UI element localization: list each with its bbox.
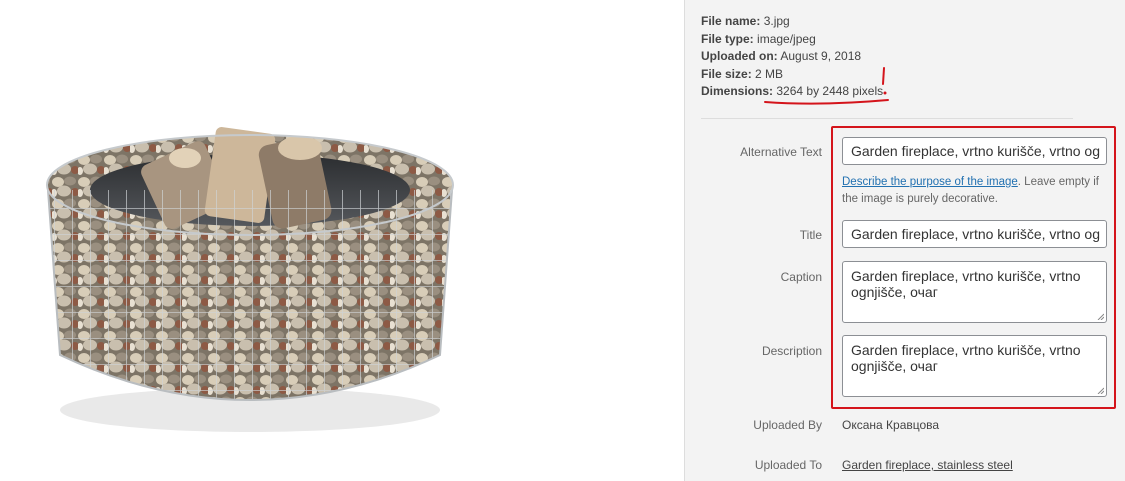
alt-text-input[interactable]: Garden fireplace, vrtno kurišče, vrtno o… xyxy=(842,137,1107,165)
gabion-fireplace-image xyxy=(46,127,454,432)
file-size-value: 2 MB xyxy=(755,66,784,81)
file-size-row: File size: 2 MB xyxy=(701,66,883,84)
file-type-value: image/jpeg xyxy=(757,31,816,46)
caption-label: Caption xyxy=(780,270,822,284)
file-details: File name: 3.jpg File type: image/jpeg U… xyxy=(701,13,883,101)
file-size-label: File size: xyxy=(701,66,752,81)
caption-text: Garden fireplace, vrtno kurišče, vrtno o… xyxy=(851,268,1081,300)
dimensions-value: 3264 by 2448 pixels xyxy=(776,84,884,98)
resize-grip-icon[interactable] xyxy=(1096,386,1104,394)
uploaded-by-label: Uploaded By xyxy=(753,418,822,432)
details-divider xyxy=(701,118,1073,119)
description-label: Description xyxy=(761,344,822,358)
description-text: Garden fireplace, vrtno kurišče, vrtno o… xyxy=(851,342,1081,374)
uploaded-to-link[interactable]: Garden fireplace, stainless steel xyxy=(842,458,1013,472)
file-name-value: 3.jpg xyxy=(763,14,790,28)
caption-textarea[interactable]: Garden fireplace, vrtno kurišče, vrtno o… xyxy=(842,261,1107,323)
title-input[interactable]: Garden fireplace, vrtno kurišče, vrtno o… xyxy=(842,220,1107,248)
uploaded-to-label: Uploaded To xyxy=(754,458,822,472)
file-type-row: File type: image/jpeg xyxy=(701,31,883,49)
uploaded-by-value: Оксана Кравцова xyxy=(842,418,940,432)
uploaded-on-value: August 9, 2018 xyxy=(780,49,862,63)
attachment-details-sidebar: File name: 3.jpg File type: image/jpeg U… xyxy=(684,0,1125,481)
title-label: Title xyxy=(799,228,822,242)
dimensions-row: Dimensions: 3264 by 2448 pixels xyxy=(701,83,883,101)
file-type-label: File type: xyxy=(701,31,754,46)
dimensions-label: Dimensions: xyxy=(701,84,774,98)
image-preview xyxy=(0,0,684,481)
file-name-row: File name: 3.jpg xyxy=(701,13,883,31)
alt-text-label: Alternative Text xyxy=(740,145,822,159)
describe-purpose-link[interactable]: Describe the purpose of the image xyxy=(842,176,1018,188)
description-textarea[interactable]: Garden fireplace, vrtno kurišče, vrtno o… xyxy=(842,335,1107,397)
file-name-label: File name: xyxy=(701,14,761,28)
alt-text-help: Describe the purpose of the image. Leave… xyxy=(842,174,1112,208)
uploaded-on-label: Uploaded on: xyxy=(701,49,778,63)
resize-grip-icon[interactable] xyxy=(1096,312,1104,320)
uploaded-on-row: Uploaded on: August 9, 2018 xyxy=(701,48,883,66)
